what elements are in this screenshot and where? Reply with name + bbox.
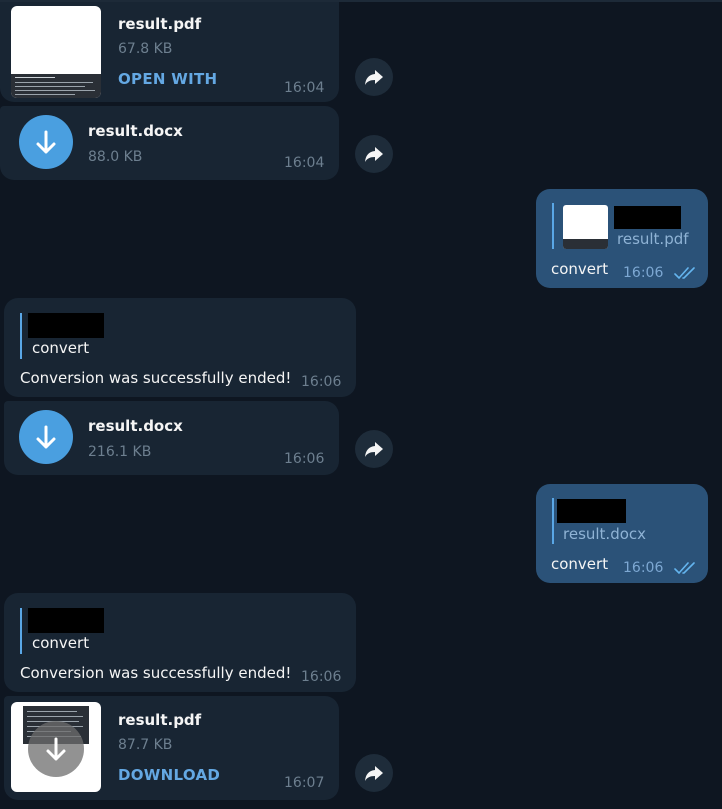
message-time: 16:06 — [623, 265, 664, 281]
file-size: 87.7 KB — [118, 737, 173, 753]
file-message-pdf[interactable]: result.pdf 67.8 KB OPEN WITH 16:04 — [0, 2, 339, 102]
file-name: result.pdf — [118, 15, 202, 33]
redacted-sender — [557, 499, 626, 523]
message-text: convert — [551, 260, 609, 278]
message-time: 16:06 — [284, 451, 325, 467]
message-time: 16:06 — [301, 669, 342, 685]
forward-arrow-icon — [365, 147, 383, 162]
file-message-pdf[interactable]: result.pdf 87.7 KB DOWNLOAD 16:07 — [4, 696, 339, 800]
arrow-down-icon — [46, 737, 66, 761]
outgoing-message[interactable]: result.pdf convert 16:06 — [536, 189, 708, 288]
file-size: 88.0 KB — [88, 149, 143, 165]
reply-bar — [20, 608, 22, 654]
redacted-sender — [28, 313, 104, 338]
open-with-link[interactable]: OPEN WITH — [118, 70, 217, 88]
chat-view: result.pdf 67.8 KB OPEN WITH 16:04 resul… — [0, 0, 722, 809]
message-time: 16:07 — [284, 775, 325, 791]
reply-file-name: result.pdf — [617, 230, 689, 248]
outgoing-message[interactable]: result.docx convert 16:06 — [536, 484, 708, 583]
message-text: Conversion was successfully ended! — [20, 369, 292, 387]
forward-button[interactable] — [355, 430, 393, 468]
file-name: result.pdf — [118, 711, 202, 729]
message-time: 16:04 — [284, 80, 325, 96]
forward-button[interactable] — [355, 135, 393, 173]
double-check-icon — [674, 267, 695, 280]
reply-bar — [552, 498, 554, 544]
reply-text: convert — [32, 634, 90, 652]
forward-arrow-icon — [365, 766, 383, 781]
file-message-docx[interactable]: result.docx 88.0 KB 16:04 — [0, 106, 339, 180]
file-message-docx[interactable]: result.docx 216.1 KB 16:06 — [4, 401, 339, 475]
message-time: 16:04 — [284, 155, 325, 171]
reply-bar — [552, 203, 554, 249]
arrow-down-icon — [36, 425, 56, 449]
reply-text: convert — [32, 339, 90, 357]
reply-thumbnail[interactable] — [563, 205, 608, 249]
file-size: 216.1 KB — [88, 444, 152, 460]
double-check-icon — [674, 562, 695, 575]
file-name: result.docx — [88, 417, 183, 435]
forward-arrow-icon — [365, 442, 383, 457]
reply-file-name: result.docx — [563, 525, 647, 543]
redacted-sender — [28, 608, 104, 633]
pdf-thumbnail[interactable] — [11, 6, 101, 98]
incoming-message[interactable]: convert Conversion was successfully ende… — [4, 298, 356, 397]
forward-arrow-icon — [365, 70, 383, 85]
arrow-down-icon — [36, 130, 56, 154]
message-time: 16:06 — [301, 374, 342, 390]
pdf-thumbnail[interactable] — [11, 702, 101, 792]
download-overlay[interactable] — [28, 721, 84, 777]
download-button[interactable] — [19, 410, 73, 464]
message-text: convert — [551, 555, 609, 573]
incoming-message[interactable]: convert Conversion was successfully ende… — [4, 593, 356, 692]
message-time: 16:06 — [623, 560, 664, 576]
message-text: Conversion was successfully ended! — [20, 664, 292, 682]
file-size: 67.8 KB — [118, 41, 173, 57]
download-link[interactable]: DOWNLOAD — [118, 766, 220, 784]
redacted-sender — [614, 206, 681, 229]
file-name: result.docx — [88, 122, 183, 140]
forward-button[interactable] — [355, 754, 393, 792]
reply-bar — [20, 313, 22, 359]
download-button[interactable] — [19, 115, 73, 169]
forward-button[interactable] — [355, 58, 393, 96]
